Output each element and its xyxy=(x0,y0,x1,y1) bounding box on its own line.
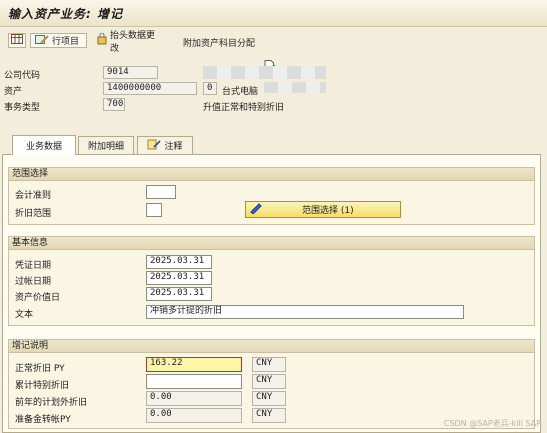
unplanned-depreciation-currency: CNY xyxy=(252,391,286,406)
asset-value-date-label: 资产价值日 xyxy=(15,293,61,303)
accounting-principle-field[interactable] xyxy=(146,185,176,199)
accounting-principle-label: 会计准则 xyxy=(15,191,52,201)
asset-subnumber-field[interactable]: 0 xyxy=(203,82,217,95)
watermark: CSDN @SAP老兵-kill SAP xyxy=(443,419,541,428)
document-date-label: 凭证日期 xyxy=(15,261,52,271)
pencil-icon xyxy=(249,202,262,217)
range-selection-button[interactable]: 范围选择 (1) xyxy=(245,201,401,218)
note-icon xyxy=(147,139,162,153)
tab-business-data-label: 业务数据 xyxy=(25,142,62,152)
basic-info-title: 基本信息 xyxy=(9,237,534,250)
redacted-asset-info xyxy=(264,82,326,93)
asset-number-field[interactable]: 1400000000 xyxy=(103,82,197,95)
tab-additional-details-label: 附加明细 xyxy=(87,142,124,152)
tab-additional-details[interactable]: 附加明细 xyxy=(78,136,134,154)
redacted-company-name xyxy=(203,66,326,79)
title-bar: 输入资产业务: 增记 xyxy=(0,0,547,27)
depreciation-area-label: 折旧范围 xyxy=(15,209,52,219)
tab-notes-label: 注释 xyxy=(164,142,183,152)
company-code-label: 公司代码 xyxy=(4,71,41,81)
header-change-label: 抬头数据更改 xyxy=(110,30,156,54)
application-toolbar: 行项目 抬头数据更改 附加资产科目分配 xyxy=(0,27,547,74)
write-up-title: 增记说明 xyxy=(9,340,534,353)
tab-business-data[interactable]: 业务数据 xyxy=(12,135,76,155)
normal-depreciation-label: 正常折旧 PY xyxy=(15,364,65,374)
document-date-field[interactable]: 2025.03.31 xyxy=(146,255,212,269)
reserve-transfer-currency: CNY xyxy=(252,408,286,423)
window-title: 输入资产业务: 增记 xyxy=(8,7,123,21)
normal-depreciation-currency: CNY xyxy=(252,357,286,372)
tab-notes[interactable]: 注释 xyxy=(137,136,193,154)
line-items-button[interactable]: 行项目 xyxy=(30,33,87,48)
additional-account-assignment-button[interactable]: 附加资产科目分配 xyxy=(183,36,255,49)
text-field[interactable]: 冲销多计提的折旧 xyxy=(146,305,464,319)
transaction-type-field[interactable]: 700 xyxy=(103,98,125,111)
company-code-field[interactable]: 9014 xyxy=(103,66,158,79)
grid-icon xyxy=(11,34,23,47)
unplanned-depreciation-field[interactable]: 0.00 xyxy=(146,391,242,406)
range-selection-button-label: 范围选择 (1) xyxy=(302,206,354,216)
asset-description: 台式电脑 xyxy=(222,87,259,97)
text-label: 文本 xyxy=(15,310,34,320)
transaction-type-label: 事务类型 xyxy=(4,103,41,113)
asset-value-date-field[interactable]: 2025.03.31 xyxy=(146,287,212,301)
transaction-type-description: 升值正常和特别折旧 xyxy=(203,103,285,113)
asset-label: 资产 xyxy=(4,87,23,97)
range-selection-title: 范围选择 xyxy=(9,168,534,181)
header-change-icon xyxy=(97,32,107,48)
unplanned-depreciation-label: 前年的计划外折旧 xyxy=(15,398,88,408)
special-depreciation-field[interactable] xyxy=(146,374,242,389)
header-data-change-button[interactable]: 抬头数据更改 xyxy=(92,31,168,54)
reserve-transfer-field[interactable]: 0.00 xyxy=(146,408,242,423)
line-items-label: 行项目 xyxy=(52,37,80,47)
posting-date-label: 过帐日期 xyxy=(15,277,52,287)
reserve-transfer-label: 准备金转帐PY xyxy=(15,415,71,425)
normal-depreciation-field[interactable]: 163.22 xyxy=(146,357,242,372)
line-items-icon xyxy=(35,34,49,48)
special-depreciation-currency: CNY xyxy=(252,374,286,389)
special-depreciation-label: 累计特别折旧 xyxy=(15,381,70,391)
posting-date-field[interactable]: 2025.03.31 xyxy=(146,271,212,285)
overview-button[interactable] xyxy=(8,33,26,48)
depreciation-area-field[interactable] xyxy=(146,203,162,217)
